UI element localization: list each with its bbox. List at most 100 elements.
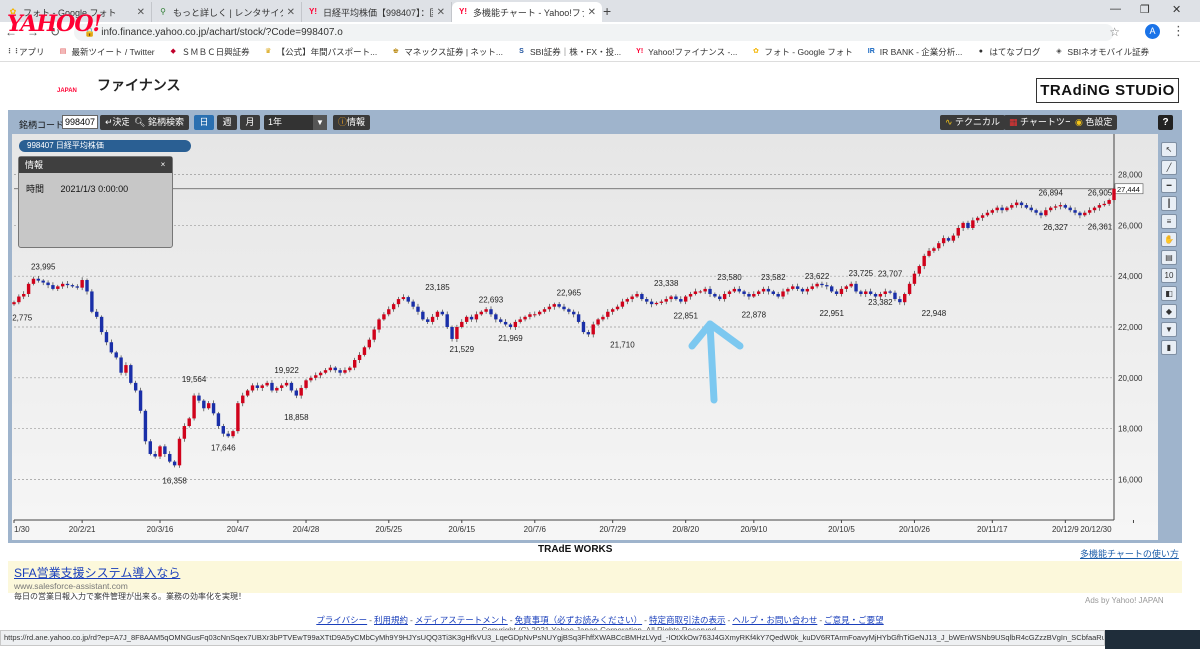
footer-link[interactable]: 利用規約 [374,615,408,625]
number-tool-icon[interactable]: 10 [1161,268,1177,283]
fibonacci-tool-icon[interactable]: ≡ [1161,214,1177,229]
x-tick-label: 20/4/28 [293,525,320,534]
candle-body [1000,207,1004,211]
channel-tool-icon[interactable]: ▤ [1161,250,1177,265]
price-annotation: 23,382 [868,298,893,307]
bookmark-item[interactable]: IR IR BANK - 企業分析... [867,46,963,58]
price-annotation: 16,358 [162,476,187,485]
help-button[interactable]: ? [1158,115,1173,130]
horizontal-line-tool-icon[interactable]: ━ [1161,178,1177,193]
bookmark-item[interactable]: ◆ ＳＭＢＣ日興証券 [169,46,249,58]
candle-body [815,283,819,287]
x-tick-label: 20/11/17 [977,525,1008,534]
gradient-tool-icon[interactable]: ▮ [1161,340,1177,355]
candlestick-chart[interactable]: 16,000 18,000 20,000 22,000 24,000 26,000 28,0… [12,134,1158,540]
footer-link[interactable]: メディアステートメント [415,615,508,625]
ad-url: www.salesforce-assistant.com [14,581,128,591]
bookmark-item[interactable]: ♛ 【公式】年間パスポート... [264,46,377,58]
url-field[interactable]: 🔒 info.finance.yahoo.co.jp/achart/stock/… [74,23,1114,41]
candle-body [503,321,508,325]
x-tick-label: 20/5/25 [375,525,402,534]
candle-body [95,311,99,317]
bookmark-item[interactable]: ● はてなブログ [976,46,1041,58]
x-tick-label: 20/4/7 [227,525,250,534]
window-close-icon[interactable]: ✕ [1172,3,1181,16]
new-tab-button[interactable]: + [603,3,611,19]
candle-body [275,387,279,391]
candle-body [279,385,284,388]
candle-body [854,283,858,292]
close-icon[interactable]: × [158,160,168,170]
candle-body [1053,206,1058,208]
stock-code-input[interactable] [62,115,98,129]
candle-body [791,286,795,289]
ad-title[interactable]: SFA営業支援システム導入なら [14,564,1176,581]
bookmark-item[interactable]: ⋮⋮ アプリ [6,46,45,58]
candle-body [216,413,221,427]
info-button[interactable]: ⓘ情報 [333,115,371,130]
candle-body [849,283,853,287]
footer-link[interactable]: 免責事項（必ずお読みください） [515,615,643,625]
minimize-icon[interactable]: — [1110,3,1121,15]
candle-body [90,291,94,312]
browser-tab[interactable]: Y! 日経平均株価【998407】：国内指数 ✕ [302,2,452,22]
browser-tab[interactable]: ⚲ もっと詳しく | レンタサイクル フィッツ ✕ [152,2,302,22]
close-tab-icon[interactable]: ✕ [137,7,145,18]
x-tick-label: 20/12/30 [1080,525,1112,534]
daily-button[interactable]: 日 [194,115,214,130]
service-name[interactable]: ファイナンス [97,75,180,95]
footer-link[interactable]: 特定商取引法の表示 [649,615,726,625]
candle-body [430,316,435,322]
howto-link[interactable]: 多機能チャートの使い方 [1080,547,1179,560]
bookmark-star-icon[interactable]: ☆ [1109,25,1120,39]
candle-body [75,286,79,288]
bookmark-item[interactable]: ♚ マネックス証券 | ネット... [391,46,503,58]
candle-body [552,304,556,307]
candle-body [985,212,990,216]
bookmark-item[interactable]: ◈ SBIネオモバイル証券 [1054,46,1149,58]
eraser-tool-icon[interactable]: ◆ [1161,304,1177,319]
color-tool-icon[interactable]: ◧ [1161,286,1177,301]
color-setting-button[interactable]: ◉ 色設定 [1070,115,1118,130]
candle-body [990,210,995,213]
browser-menu-icon[interactable]: ⋮ [1172,23,1185,39]
weekly-button[interactable]: 週 [217,115,237,130]
technical-button[interactable]: ∿ テクニカル [940,115,1006,130]
footer-link[interactable]: ヘルプ・お問い合わせ [732,615,817,625]
candle-body [314,375,318,378]
stock-search-button[interactable]: 🔍︎ 銘柄検索 [129,115,189,130]
footer-link[interactable]: プライバシー [316,615,367,625]
candle-body [226,433,230,437]
bookmark-item[interactable]: ▤ 最新ツイート / Twitter [59,46,155,58]
cup-tool-icon[interactable]: ▼ [1161,322,1177,337]
browser-tab-active[interactable]: Y! 多機能チャート - Yahoo!ファイナンス ✕ [452,2,602,22]
candle-body [1087,210,1092,213]
trendline-tool-icon[interactable]: ╱ [1161,160,1177,175]
price-annotation: 19,922 [274,366,299,375]
info-panel[interactable]: 情報 × 時間 2021/1/3 0:00:00 [18,156,173,248]
ad-banner[interactable]: SFA営業支援システム導入なら www.salesforce-assistant… [8,561,1182,601]
monthly-button[interactable]: 月 [240,115,260,130]
candle-body [17,296,21,303]
cursor-tool-icon[interactable]: ↖ [1161,142,1177,157]
bookmark-item[interactable]: Y! Yahoo!ファイナンス -... [635,46,737,58]
close-tab-icon[interactable]: ✕ [287,7,295,18]
footer-link[interactable]: ご意見・ご要望 [824,615,884,625]
candle-body [1005,207,1009,211]
candle-body [1024,205,1029,208]
y-tick-label: 16,000 [1118,475,1143,484]
bookmark-item[interactable]: ✿ フォト - Google フォト [751,46,853,58]
palette-icon: ◉ [1075,117,1086,127]
vertical-line-tool-icon[interactable]: ┃ [1161,196,1177,211]
hand-tool-icon[interactable]: ✋ [1161,232,1177,247]
price-annotation: 22,965 [557,288,582,297]
period-select[interactable]: 1年 ▼ [264,115,327,130]
close-tab-icon[interactable]: ✕ [588,7,596,18]
profile-avatar[interactable]: A [1145,24,1160,39]
bookmark-item[interactable]: S SBI証券｜株・FX・投... [517,46,621,58]
candle-body [236,403,240,432]
close-tab-icon[interactable]: ✕ [437,7,445,18]
candle-body [36,278,41,281]
bookmark-label: はてなブログ [989,46,1041,57]
maximize-icon[interactable]: ❐ [1140,3,1150,16]
